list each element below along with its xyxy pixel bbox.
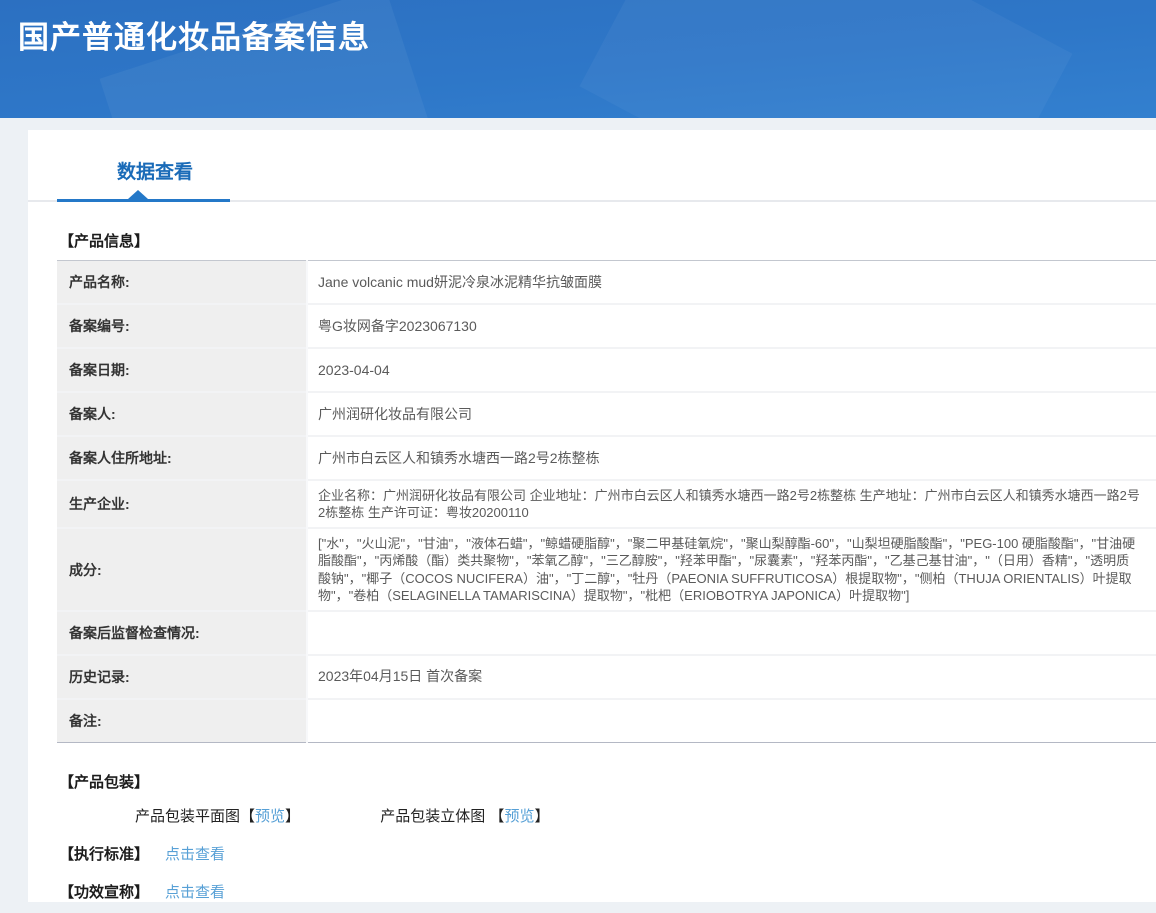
packaging-stereo-preview-link[interactable]: 预览 (504, 808, 534, 825)
post-registration-inspection-value (307, 611, 1156, 655)
standard-view-link[interactable]: 点击查看 (165, 843, 225, 864)
table-row-ingredients: 成分: ["水"，"火山泥"，"甘油"，"液体石蜡"，"鲸蜡硬脂醇"，"聚二甲基… (57, 528, 1156, 611)
product-name-value: Jane volcanic mud妍泥冷泉冰泥精华抗皱面膜 (307, 261, 1156, 305)
efficacy-claim-row: 【功效宣称】 点击查看 (59, 881, 1156, 902)
registrant-address-label: 备案人住所地址: (57, 436, 307, 480)
table-row-product-name: 产品名称: Jane volcanic mud妍泥冷泉冰泥精华抗皱面膜 (57, 261, 1156, 305)
table-row-remarks: 备注: (57, 699, 1156, 743)
registration-number-value: 粤G妆网备字2023067130 (307, 304, 1156, 348)
bracket-close: 】 (534, 808, 549, 825)
post-registration-inspection-label: 备案后监督检查情况: (57, 611, 307, 655)
page: 国产普通化妆品备案信息 数据查看 【产品信息】 产品名称: Jane volca… (0, 0, 1156, 913)
page-title: 国产普通化妆品备案信息 (0, 0, 1156, 57)
page-header-banner: 国产普通化妆品备案信息 (0, 0, 1156, 118)
remarks-label: 备注: (57, 699, 307, 743)
tab-active-underline (57, 199, 230, 202)
registrant-label: 备案人: (57, 392, 307, 436)
history-record-label: 历史记录: (57, 655, 307, 699)
efficacy-view-link[interactable]: 点击查看 (165, 881, 225, 902)
tab-bar: 数据查看 (28, 130, 1156, 202)
ingredients-label: 成分: (57, 528, 307, 611)
registrant-value: 广州润研化妆品有限公司 (307, 392, 1156, 436)
registration-date-value: 2023-04-04 (307, 348, 1156, 392)
packaging-stereo-item: 产品包装立体图 【预览】 (380, 805, 549, 826)
content-card: 数据查看 【产品信息】 产品名称: Jane volcanic mud妍泥冷泉冰… (28, 130, 1156, 902)
table-row-post-registration-inspection: 备案后监督检查情况: (57, 611, 1156, 655)
packaging-links-row: 产品包装平面图【预览】 产品包装立体图 【预览】 (135, 805, 1156, 826)
table-row-registration-date: 备案日期: 2023-04-04 (57, 348, 1156, 392)
table-row-manufacturer: 生产企业: 企业名称：广州润研化妆品有限公司 企业地址：广州市白云区人和镇秀水塘… (57, 480, 1156, 528)
page-footer: 本站由国家药品监督管理局主办 版权所有 Copyright © NMPA All… (0, 902, 1156, 913)
bracket-open: 【 (240, 808, 255, 825)
table-row-registration-number: 备案编号: 粤G妆网备字2023067130 (57, 304, 1156, 348)
bracket-close: 】 (285, 808, 300, 825)
tab-data-view[interactable]: 数据查看 (117, 157, 193, 184)
registrant-address-value: 广州市白云区人和镇秀水塘西一路2号2栋整栋 (307, 436, 1156, 480)
table-row-registrant-address: 备案人住所地址: 广州市白云区人和镇秀水塘西一路2号2栋整栋 (57, 436, 1156, 480)
product-name-label: 产品名称: (57, 261, 307, 305)
executive-standard-row: 【执行标准】 点击查看 (59, 843, 1156, 864)
table-row-registrant: 备案人: 广州润研化妆品有限公司 (57, 392, 1156, 436)
remarks-value (307, 699, 1156, 743)
manufacturer-value: 企业名称：广州润研化妆品有限公司 企业地址：广州市白云区人和镇秀水塘西一路2号2… (307, 480, 1156, 528)
section-title-efficacy: 【功效宣称】 (59, 881, 149, 902)
ingredients-value: ["水"，"火山泥"，"甘油"，"液体石蜡"，"鲸蜡硬脂醇"，"聚二甲基硅氧烷"… (307, 528, 1156, 611)
packaging-plan-preview-link[interactable]: 预览 (255, 808, 285, 825)
history-record-value: 2023年04月15日 首次备案 (307, 655, 1156, 699)
product-info-table: 产品名称: Jane volcanic mud妍泥冷泉冰泥精华抗皱面膜 备案编号… (57, 260, 1156, 743)
manufacturer-label: 生产企业: (57, 480, 307, 528)
registration-number-label: 备案编号: (57, 304, 307, 348)
section-title-packaging: 【产品包装】 (59, 771, 1156, 792)
tab-active-caret-icon (128, 190, 148, 199)
registration-date-label: 备案日期: (57, 348, 307, 392)
section-title-standard: 【执行标准】 (59, 843, 149, 864)
packaging-stereo-label: 产品包装立体图 (380, 808, 485, 825)
bracket-open: 【 (489, 808, 504, 825)
table-row-history-record: 历史记录: 2023年04月15日 首次备案 (57, 655, 1156, 699)
packaging-plan-item: 产品包装平面图【预览】 (135, 805, 300, 826)
packaging-plan-label: 产品包装平面图 (135, 808, 240, 825)
section-title-product-info: 【产品信息】 (59, 230, 1156, 251)
